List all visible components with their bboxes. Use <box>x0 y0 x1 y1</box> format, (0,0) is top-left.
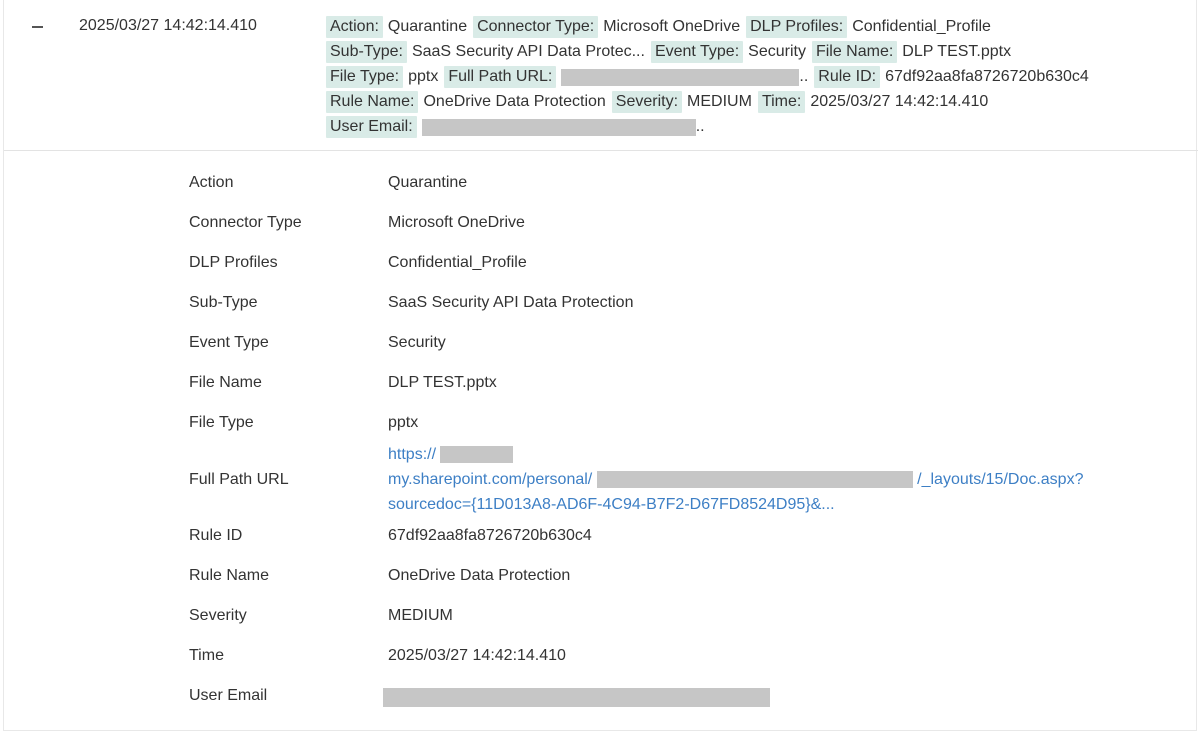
full-path-url-line-3[interactable]: sourcedoc={11D013A8-AD6F-4C94-B7F2-D67FD… <box>388 496 835 514</box>
full-path-url-link-part-2[interactable]: my.sharepoint.com/personal/ <box>388 471 592 488</box>
sub-type-value: SaaS Security API Data Protec... <box>411 43 645 60</box>
log-summary-row[interactable]: 2025/03/27 14:42:14.410 Action: Quaranti… <box>4 0 1198 151</box>
time-tag: Time: <box>757 91 806 113</box>
user-email-tag: User Email: <box>326 116 417 138</box>
file-type-value: pptx <box>408 68 439 85</box>
detail-value-connector-type: Microsoft OneDrive <box>388 214 525 231</box>
connector-type-tag: Connector Type: <box>473 16 599 38</box>
redacted-user-email <box>383 688 770 707</box>
rule-name-tag: Rule Name: <box>326 91 419 113</box>
detail-label-full-path-url: Full Path URL <box>189 471 289 488</box>
detail-label-file-type: File Type <box>189 414 254 431</box>
detail-label-file-name: File Name <box>189 374 262 391</box>
full-path-url-link-part-3[interactable]: /_layouts/15/Doc.aspx? <box>917 471 1083 488</box>
rule-name-value: OneDrive Data Protection <box>423 93 606 110</box>
severity-tag: Severity: <box>611 91 683 113</box>
full-path-url-tag: Full Path URL: <box>444 66 557 88</box>
detail-value-sub-type: SaaS Security API Data Protection <box>388 294 634 311</box>
action-value: Quarantine <box>387 18 468 35</box>
redacted-url-segment-1 <box>440 446 514 464</box>
detail-value-time: 2025/03/27 14:42:14.410 <box>388 647 566 664</box>
full-path-url-link-part-1[interactable]: https:// <box>388 446 436 463</box>
log-timestamp: 2025/03/27 14:42:14.410 <box>79 17 257 34</box>
action-tag: Action: <box>326 16 383 38</box>
summary-line-2: Sub-Type: SaaS Security API Data Protec.… <box>326 41 1017 63</box>
full-path-url-link-part-4[interactable]: sourcedoc={11D013A8-AD6F-4C94-B7F2-D67FD… <box>388 496 835 513</box>
summary-line-3: File Type: pptx Full Path URL: .. Rule I… <box>326 66 1095 88</box>
file-type-tag: File Type: <box>326 66 404 88</box>
detail-label-dlp-profiles: DLP Profiles <box>189 254 278 271</box>
detail-value-dlp-profiles: Confidential_Profile <box>388 254 527 271</box>
detail-value-event-type: Security <box>388 334 446 351</box>
rule-id-tag: Rule ID: <box>814 66 881 88</box>
event-type-value: Security <box>748 43 806 60</box>
detail-value-rule-id: 67df92aa8fa8726720b630c4 <box>388 527 592 544</box>
detail-value-file-name: DLP TEST.pptx <box>388 374 497 391</box>
redacted-url <box>561 68 800 86</box>
detail-label-connector-type: Connector Type <box>189 214 302 231</box>
user-email-ellipsis: .. <box>695 118 705 135</box>
summary-line-1: Action: Quarantine Connector Type: Micro… <box>326 16 997 38</box>
detail-value-action: Quarantine <box>388 174 468 191</box>
redacted-url-segment-2 <box>596 471 913 489</box>
summary-line-5: User Email: .. <box>326 116 711 138</box>
dlp-profiles-tag: DLP Profiles: <box>746 16 848 38</box>
file-name-tag: File Name: <box>811 41 898 63</box>
log-entry-panel: 2025/03/27 14:42:14.410 Action: Quaranti… <box>3 0 1198 731</box>
detail-value-file-type: pptx <box>388 414 419 431</box>
sub-type-tag: Sub-Type: <box>326 41 407 63</box>
detail-value-severity: MEDIUM <box>388 607 453 624</box>
detail-label-severity: Severity <box>189 607 247 624</box>
detail-label-action: Action <box>189 174 234 191</box>
collapse-icon[interactable] <box>30 14 46 38</box>
redacted-email <box>421 118 696 136</box>
summary-line-4: Rule Name: OneDrive Data Protection Seve… <box>326 91 994 113</box>
detail-label-rule-id: Rule ID <box>189 527 243 544</box>
rule-id-value: 67df92aa8fa8726720b630c4 <box>885 68 1089 85</box>
detail-label-time: Time <box>189 647 224 664</box>
severity-value: MEDIUM <box>687 93 752 110</box>
time-value: 2025/03/27 14:42:14.410 <box>810 93 989 110</box>
detail-label-user-email: User Email <box>189 687 268 704</box>
detail-value-rule-name: OneDrive Data Protection <box>388 567 571 584</box>
connector-type-value: Microsoft OneDrive <box>603 18 741 35</box>
full-path-url-line-2[interactable]: my.sharepoint.com/personal/ /_layouts/15… <box>388 471 1083 489</box>
full-path-url-ellipsis: .. <box>799 68 809 85</box>
dlp-profiles-value: Confidential_Profile <box>852 18 991 35</box>
file-name-value: DLP TEST.pptx <box>902 43 1012 60</box>
detail-label-event-type: Event Type <box>189 334 269 351</box>
detail-label-sub-type: Sub-Type <box>189 294 258 311</box>
event-type-tag: Event Type: <box>650 41 744 63</box>
detail-label-rule-name: Rule Name <box>189 567 270 584</box>
full-path-url-line-1[interactable]: https:// <box>388 446 514 464</box>
